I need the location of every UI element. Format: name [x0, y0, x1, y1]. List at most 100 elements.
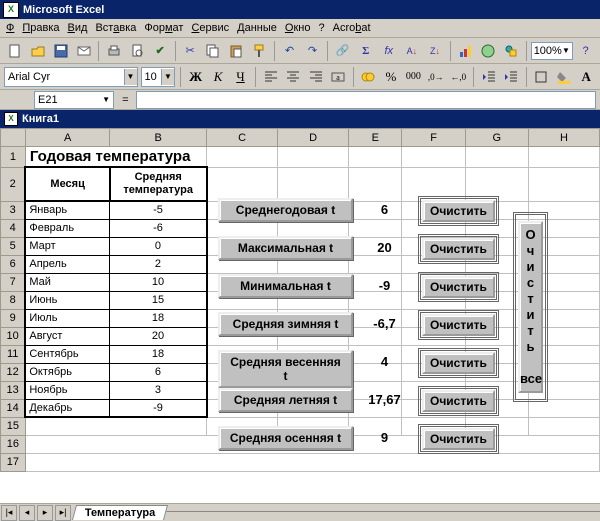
- spellcheck-icon[interactable]: ✔: [150, 40, 171, 62]
- tab-nav-prev-icon[interactable]: ◂: [19, 505, 35, 521]
- month-cell[interactable]: Август: [25, 327, 110, 345]
- menu-edit[interactable]: Правка: [22, 22, 59, 34]
- autosum-icon[interactable]: Σ: [355, 40, 376, 62]
- equals-icon[interactable]: =: [118, 94, 132, 106]
- month-cell[interactable]: Февраль: [25, 219, 110, 237]
- row-header[interactable]: 2: [1, 167, 26, 201]
- bold-button[interactable]: Ж: [186, 66, 205, 88]
- tab-nav-next-icon[interactable]: ▸: [37, 505, 53, 521]
- borders-icon[interactable]: [532, 66, 551, 88]
- clear-spring-button[interactable]: Очистить: [418, 348, 499, 378]
- font-color-icon[interactable]: A: [576, 66, 595, 88]
- open-icon[interactable]: [27, 40, 48, 62]
- month-cell[interactable]: Декабрь: [25, 399, 110, 417]
- print-icon[interactable]: [103, 40, 124, 62]
- temp-cell[interactable]: -9: [110, 399, 207, 417]
- temp-cell[interactable]: 2: [110, 255, 207, 273]
- spreadsheet-grid[interactable]: A B C D E F G H 1 Годовая температура 2 …: [0, 128, 600, 472]
- map-icon[interactable]: [478, 40, 499, 62]
- clear-summer-button[interactable]: Очистить: [418, 386, 499, 416]
- sheet-tab[interactable]: Температура: [72, 505, 168, 520]
- row-header[interactable]: 7: [1, 273, 26, 291]
- row-header[interactable]: 16: [1, 435, 26, 453]
- menu-window[interactable]: Окно: [285, 22, 311, 34]
- formula-input[interactable]: [136, 91, 596, 109]
- clear-min-button[interactable]: Очистить: [418, 272, 499, 302]
- menu-insert[interactable]: Вставка: [95, 22, 136, 34]
- clear-autumn-button[interactable]: Очистить: [418, 424, 499, 454]
- header-month[interactable]: Месяц: [25, 167, 110, 201]
- temp-cell[interactable]: 18: [110, 345, 207, 363]
- clear-all-button[interactable]: Очистить все: [513, 212, 548, 402]
- month-cell[interactable]: Ноябрь: [25, 381, 110, 399]
- menu-help[interactable]: ?: [318, 22, 324, 34]
- copy-icon[interactable]: [203, 40, 224, 62]
- month-cell[interactable]: Октябрь: [25, 363, 110, 381]
- calc-summer-button[interactable]: Средняя летняя t: [218, 388, 353, 412]
- fill-color-icon[interactable]: [554, 66, 573, 88]
- temp-cell[interactable]: 18: [110, 309, 207, 327]
- month-cell[interactable]: Июнь: [25, 291, 110, 309]
- function-icon[interactable]: fx: [378, 40, 399, 62]
- name-box[interactable]: E21▼: [34, 91, 114, 109]
- new-icon[interactable]: [4, 40, 25, 62]
- underline-button[interactable]: Ч: [231, 66, 250, 88]
- title-cell[interactable]: Годовая температура: [25, 147, 206, 168]
- col-header[interactable]: H: [528, 129, 599, 147]
- sort-desc-icon[interactable]: Z↓: [424, 40, 445, 62]
- align-left-icon[interactable]: [261, 66, 280, 88]
- col-header[interactable]: E: [349, 129, 402, 147]
- menu-data[interactable]: Данные: [237, 22, 277, 34]
- font-combo[interactable]: Arial Cyr▼: [4, 67, 138, 87]
- temp-cell[interactable]: 0: [110, 237, 207, 255]
- calc-annual-button[interactable]: Среднегодовая t: [218, 198, 353, 222]
- month-cell[interactable]: Сентябрь: [25, 345, 110, 363]
- percent-icon[interactable]: %: [381, 66, 400, 88]
- tab-nav-last-icon[interactable]: ▸|: [55, 505, 71, 521]
- redo-icon[interactable]: ↷: [302, 40, 323, 62]
- hyperlink-icon[interactable]: 🔗: [332, 40, 353, 62]
- tab-nav-first-icon[interactable]: |◂: [1, 505, 17, 521]
- row-header[interactable]: 8: [1, 291, 26, 309]
- currency-icon[interactable]: [359, 66, 378, 88]
- row-header[interactable]: 10: [1, 327, 26, 345]
- dec-indent-icon[interactable]: [479, 66, 498, 88]
- temp-cell[interactable]: 20: [110, 327, 207, 345]
- temp-cell[interactable]: 6: [110, 363, 207, 381]
- month-cell[interactable]: Март: [25, 237, 110, 255]
- dec-decimals-icon[interactable]: ←,0: [449, 66, 468, 88]
- inc-decimals-icon[interactable]: ,0→: [426, 66, 445, 88]
- row-header[interactable]: 13: [1, 381, 26, 399]
- col-header[interactable]: C: [207, 129, 278, 147]
- undo-icon[interactable]: ↶: [279, 40, 300, 62]
- month-cell[interactable]: Январь: [25, 201, 110, 219]
- comma-icon[interactable]: 000: [404, 66, 423, 88]
- help-icon[interactable]: ?: [575, 40, 596, 62]
- menu-acrobat[interactable]: Acrobat: [333, 22, 371, 34]
- menu-view[interactable]: Вид: [68, 22, 88, 34]
- col-header[interactable]: D: [278, 129, 349, 147]
- calc-winter-button[interactable]: Средняя зимняя t: [218, 312, 353, 336]
- temp-cell[interactable]: 15: [110, 291, 207, 309]
- menu-file[interactable]: Ф: [6, 22, 14, 34]
- clear-annual-button[interactable]: Очистить: [418, 196, 499, 226]
- calc-min-button[interactable]: Минимальная t: [218, 274, 353, 298]
- merge-center-icon[interactable]: a: [328, 66, 347, 88]
- italic-button[interactable]: К: [208, 66, 227, 88]
- month-cell[interactable]: Апрель: [25, 255, 110, 273]
- calc-spring-button[interactable]: Средняя весенняя t: [218, 350, 353, 388]
- row-header[interactable]: 5: [1, 237, 26, 255]
- cut-icon[interactable]: ✂: [180, 40, 201, 62]
- row-header[interactable]: 11: [1, 345, 26, 363]
- col-header[interactable]: B: [110, 129, 207, 147]
- paste-icon[interactable]: [226, 40, 247, 62]
- font-size-combo[interactable]: 10▼: [141, 67, 176, 87]
- select-all-cell[interactable]: [1, 129, 26, 147]
- menu-tools[interactable]: Сервис: [191, 22, 229, 34]
- row-header[interactable]: 9: [1, 309, 26, 327]
- calc-autumn-button[interactable]: Средняя осенняя t: [218, 426, 353, 450]
- align-right-icon[interactable]: [306, 66, 325, 88]
- format-painter-icon[interactable]: [249, 40, 270, 62]
- row-header[interactable]: 6: [1, 255, 26, 273]
- calc-max-button[interactable]: Максимальная t: [218, 236, 353, 260]
